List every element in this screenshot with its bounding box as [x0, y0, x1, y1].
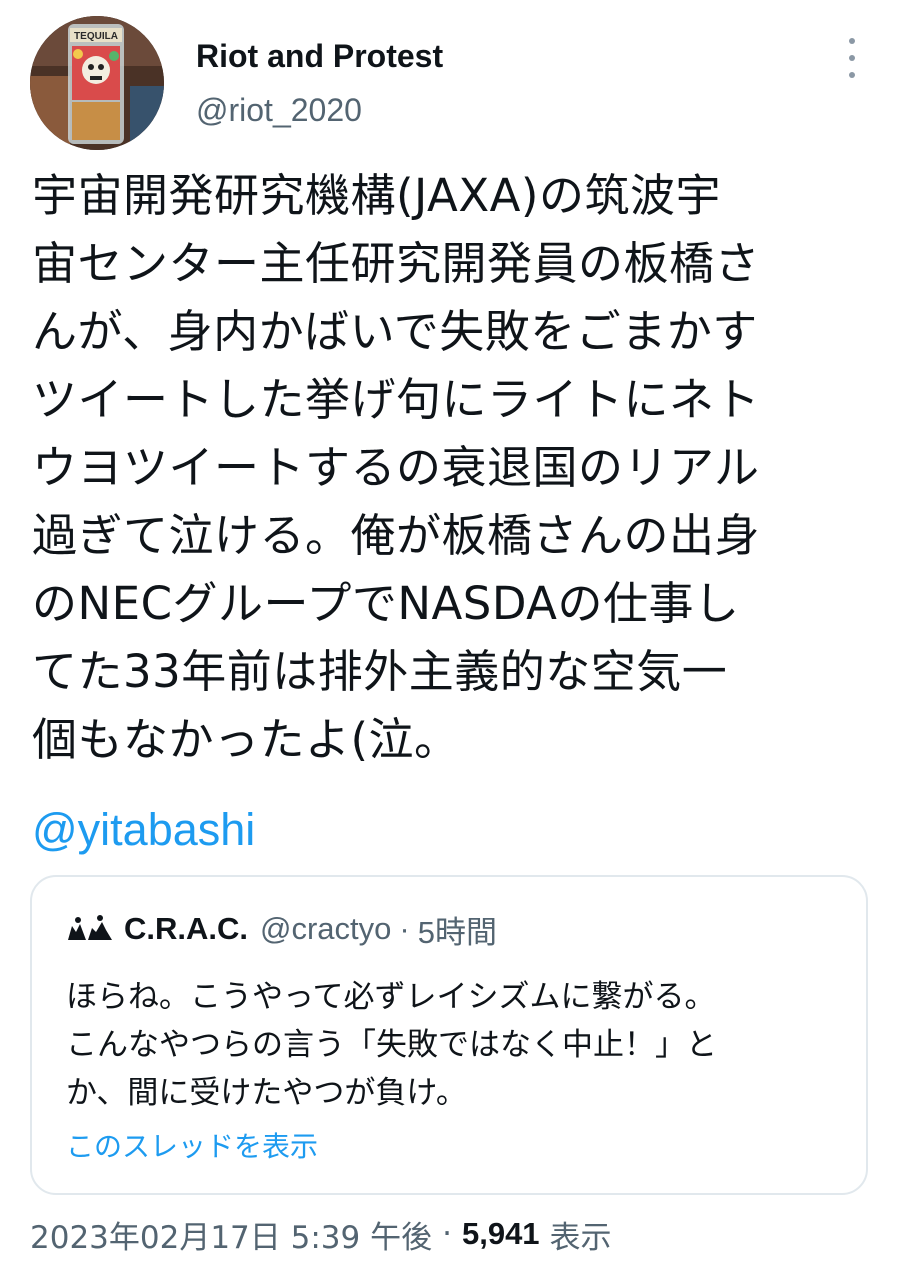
tweet-line: 過ぎて泣ける。俺が板橋さんの出身: [32, 509, 761, 562]
tweet-body: 宇宙開発研究機構(JAXA)の筑波宇 宙センター主任研究開発員の板橋さ んが、身…: [32, 162, 872, 774]
separator-dot: ·: [442, 1216, 452, 1252]
quoted-timestamp[interactable]: 5時間: [418, 907, 497, 952]
author-handle[interactable]: @riot_2020: [196, 88, 443, 132]
views-label: 表示: [549, 1219, 612, 1256]
tweet-line: てた33年前は排外主義的な空気一: [32, 645, 728, 698]
quoted-display-name: C.R.A.C.: [124, 911, 248, 946]
avatar[interactable]: TEQUILA: [30, 16, 164, 150]
quoted-tweet-card[interactable]: C.R.A.C. @cractyo · 5時間 ほらね。こうやって必ずレイシズム…: [30, 875, 868, 1195]
author-names: Riot and Protest @riot_2020: [196, 34, 443, 132]
quoted-line: ほらね。こうやって必ずレイシズムに繋がる。: [66, 979, 716, 1015]
tweet-line: 宙センター主任研究開発員の板橋さ: [32, 237, 761, 290]
mention-link[interactable]: @yitabashi: [32, 796, 255, 864]
quoted-tweet-body: ほらね。こうやって必ずレイシズムに繋がる。 こんなやつらの言う「失敗ではなく中止…: [66, 973, 846, 1117]
dot: [849, 38, 855, 44]
svg-text:TEQUILA: TEQUILA: [74, 31, 118, 42]
show-thread-link[interactable]: このスレッドを表示: [66, 1129, 318, 1165]
tweet-line: のNECグループでNASDAの仕事し: [32, 577, 740, 630]
author-display-name[interactable]: Riot and Protest: [196, 34, 443, 78]
tweet-line: ツイートした挙げ句にライトにネト: [32, 373, 761, 426]
quoted-avatar-icon: [66, 914, 114, 944]
tweet-line: 個もなかったよ(泣。: [32, 713, 460, 766]
avatar-image: TEQUILA: [30, 16, 164, 150]
tweet-line: 宇宙開発研究機構(JAXA)の筑波宇: [32, 169, 721, 222]
tweet-meta: 2023年02月17日 5:39 午後 · 5,941 表示: [30, 1212, 612, 1256]
quoted-tweet-header: C.R.A.C. @cractyo · 5時間: [66, 907, 497, 951]
tweet-line: ウヨツイートするの衰退国のリアル: [32, 441, 760, 494]
dot: [849, 55, 855, 61]
separator-dot: ·: [399, 911, 410, 946]
quoted-handle: @cractyo: [260, 911, 392, 946]
views-count: 5,941: [461, 1216, 540, 1251]
more-options-icon[interactable]: [840, 38, 864, 78]
quoted-line: か、間に受けたやつが負け。: [66, 1075, 467, 1111]
quoted-line: こんなやつらの言う「失敗ではなく中止！」と: [66, 1027, 717, 1063]
cat-silhouette-icon: [68, 915, 112, 940]
tweet-timestamp[interactable]: 2023年02月17日 5:39 午後: [30, 1212, 432, 1257]
tweet-header: TEQUILA Riot and Protest @riot_2020: [30, 16, 870, 152]
dot: [849, 72, 855, 78]
tweet-line: んが、身内かばいで失敗をごまかす: [32, 305, 758, 358]
